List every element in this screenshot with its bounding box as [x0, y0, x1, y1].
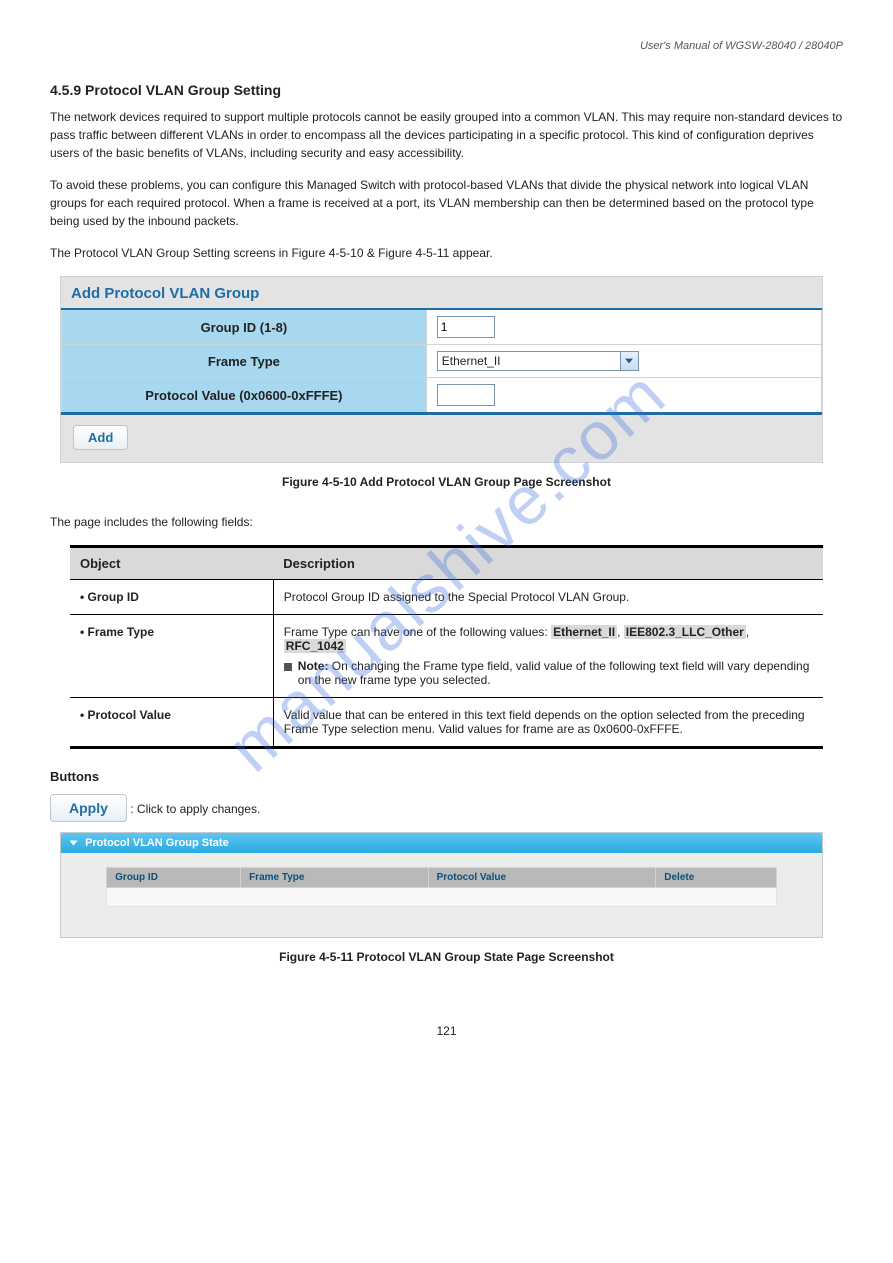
frame-type-selected: Ethernet_II [442, 354, 501, 368]
desc-obj-group-id: Group ID [88, 590, 139, 604]
state-col-protocol-value: Protocol Value [428, 868, 656, 888]
frame-type-chip-ethernet: Ethernet_II [551, 625, 617, 639]
state-table: Group ID Frame Type Protocol Value Delet… [106, 867, 777, 907]
figure-caption-state: Figure 4-5-11 Protocol VLAN Group State … [50, 950, 843, 964]
collapse-icon [70, 841, 78, 846]
description-table: Object Description • Group ID Protocol G… [70, 545, 823, 749]
apply-button-desc: : Click to apply changes. [130, 802, 260, 816]
desc-col-description: Description [273, 547, 823, 580]
desc-text-frame-type: Frame Type can have one of the following… [273, 615, 823, 698]
frame-type-label: Frame Type [62, 345, 427, 378]
desc-row-group-id: • Group ID Protocol Group ID assigned to… [70, 580, 823, 615]
chevron-down-icon [620, 352, 638, 370]
protocol-value-input[interactable] [437, 384, 495, 406]
section-title: 4.5.9 Protocol VLAN Group Setting [50, 82, 843, 98]
buttons-heading: Buttons [50, 769, 843, 784]
state-table-empty-row [107, 888, 777, 907]
desc-row-frame-type: • Frame Type Frame Type can have one of … [70, 615, 823, 698]
desc-lead: The page includes the following fields: [50, 513, 843, 531]
group-id-input[interactable] [437, 316, 495, 338]
state-col-delete: Delete [656, 868, 777, 888]
add-protocol-vlan-group-panel: Add Protocol VLAN Group Group ID (1-8) F… [60, 276, 823, 463]
desc-obj-protocol-value: Protocol Value [88, 708, 171, 722]
intro-paragraph-2: To avoid these problems, you can configu… [50, 176, 843, 230]
frame-type-select[interactable]: Ethernet_II [437, 351, 639, 371]
state-panel-header[interactable]: Protocol VLAN Group State [61, 833, 822, 853]
frame-type-chip-llc: IEE802.3_LLC_Other [624, 625, 746, 639]
desc-text-group-id: Protocol Group ID assigned to the Specia… [273, 580, 823, 615]
form-table: Group ID (1-8) Frame Type Ethernet_II [61, 308, 822, 415]
protocol-vlan-group-state-panel: Protocol VLAN Group State Group ID Frame… [60, 832, 823, 938]
state-col-group-id: Group ID [107, 868, 241, 888]
panel-title: Add Protocol VLAN Group [61, 277, 822, 308]
figure-lead: The Protocol VLAN Group Setting screens … [50, 244, 843, 262]
protocol-value-label: Protocol Value (0x0600-0xFFFE) [62, 378, 427, 414]
desc-row-protocol-value: • Protocol Value Valid value that can be… [70, 698, 823, 748]
page-number: 121 [50, 1024, 843, 1038]
apply-button[interactable]: Apply [50, 794, 127, 822]
note-text: On changing the Frame type field, valid … [298, 659, 810, 687]
desc-text-protocol-value: Valid value that can be entered in this … [273, 698, 823, 748]
intro-paragraph-1: The network devices required to support … [50, 108, 843, 162]
bullet-icon [284, 663, 292, 671]
desc-obj-frame-type: Frame Type [88, 625, 154, 639]
add-button[interactable]: Add [73, 425, 128, 450]
form-row-frame-type: Frame Type Ethernet_II [62, 345, 822, 378]
state-col-frame-type: Frame Type [241, 868, 429, 888]
frame-type-line1-pre: Frame Type can have one of the following… [284, 625, 551, 639]
desc-col-object: Object [70, 547, 273, 580]
state-panel-title: Protocol VLAN Group State [85, 837, 229, 849]
frame-type-chip-rfc: RFC_1042 [284, 639, 346, 653]
group-id-label: Group ID (1-8) [62, 309, 427, 345]
figure-caption-add: Figure 4-5-10 Add Protocol VLAN Group Pa… [50, 475, 843, 489]
form-row-protocol-value: Protocol Value (0x0600-0xFFFE) [62, 378, 822, 414]
manual-header: User's Manual of WGSW-28040 / 28040P [50, 40, 843, 52]
form-row-group-id: Group ID (1-8) [62, 309, 822, 345]
note-label: Note: [298, 659, 332, 673]
